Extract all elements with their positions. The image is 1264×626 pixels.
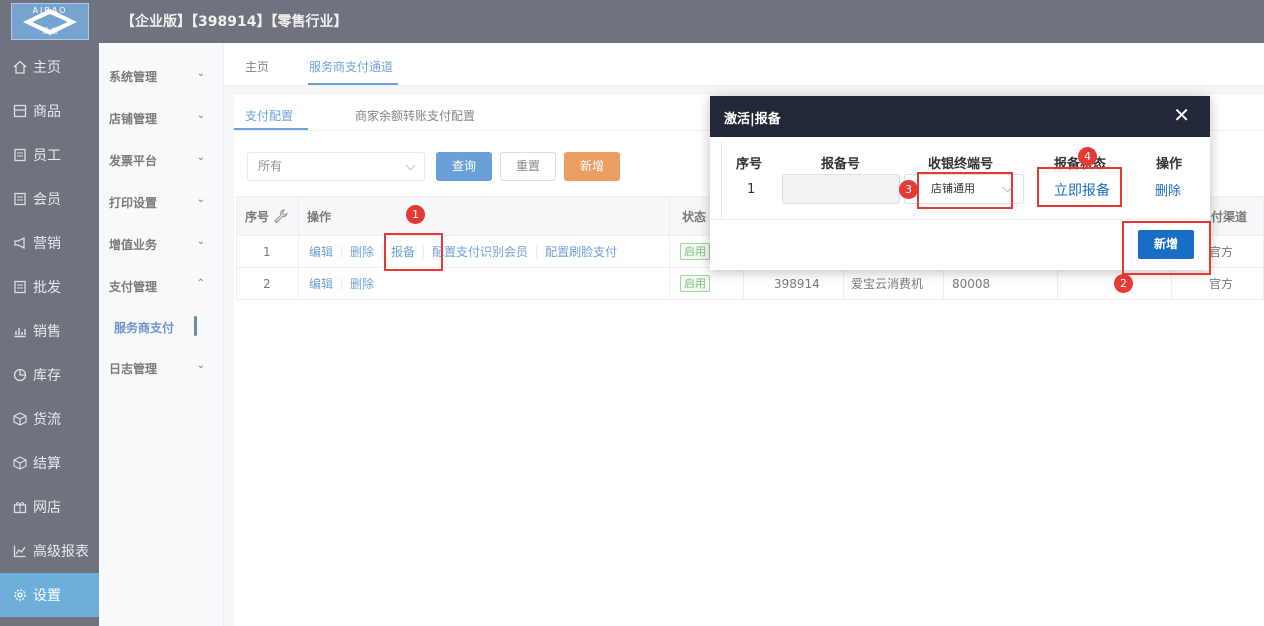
dialog-header-ops: 操作 <box>1156 157 1183 172</box>
report-number-input[interactable] <box>782 174 900 204</box>
dialog-header-report-no: 报备号 <box>821 157 861 172</box>
annotation-box-add <box>1122 221 1211 275</box>
annotation-badge-2: 2 <box>1114 274 1133 293</box>
annotation-badge-3: 3 <box>899 180 918 199</box>
annotation-badge-4: 4 <box>1078 147 1097 166</box>
dialog-divider <box>710 219 1210 220</box>
dialog-row-seq: 1 <box>747 182 756 197</box>
dialog-header-seq: 序号 <box>736 157 763 172</box>
annotation-badge-1: 1 <box>406 205 425 224</box>
dialog-header-terminal: 收银终端号 <box>928 157 994 172</box>
dialog-header: 激活|报备 ✕ <box>710 96 1210 137</box>
dialog-table-border <box>721 142 722 219</box>
annotation-box-report-now <box>1037 167 1122 207</box>
dialog-title: 激活|报备 <box>724 112 781 127</box>
annotation-box-report <box>384 233 443 271</box>
annotation-box-terminal <box>917 172 1013 209</box>
dialog-delete-link[interactable]: 删除 <box>1155 180 1181 199</box>
modal-backdrop[interactable] <box>0 0 1264 626</box>
close-icon[interactable]: ✕ <box>1173 105 1190 125</box>
dialog-delete-label: 删除 <box>1155 184 1182 199</box>
